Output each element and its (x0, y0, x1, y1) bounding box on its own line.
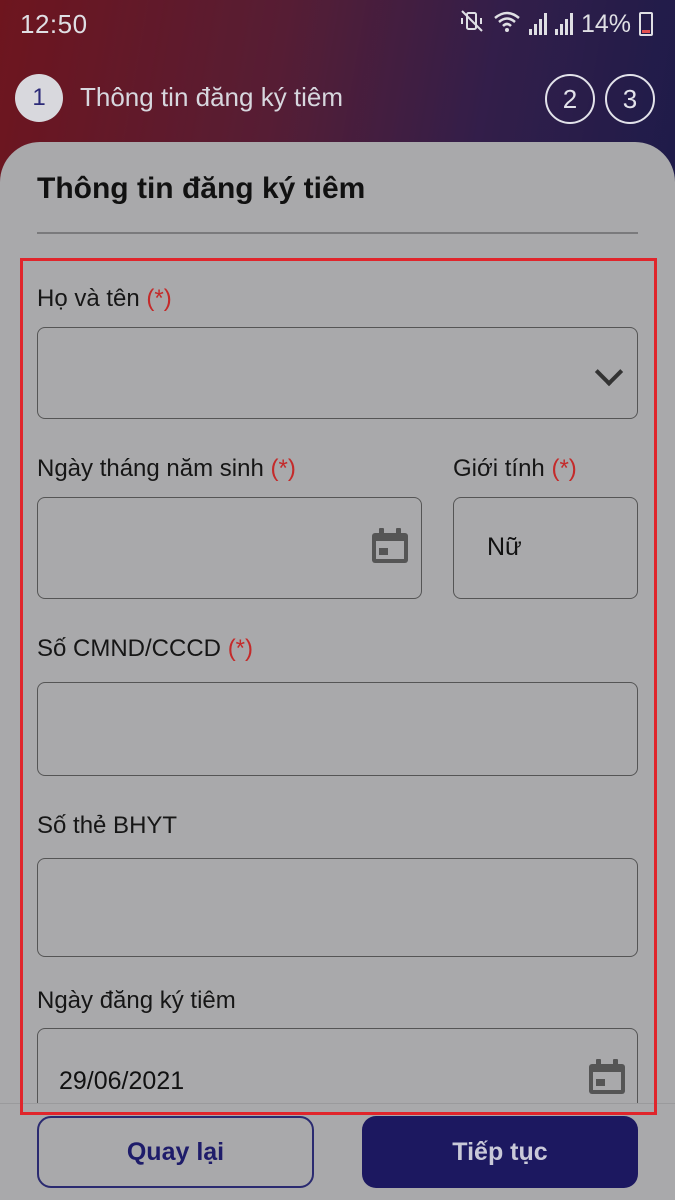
required-mark: (*) (146, 285, 172, 312)
required-mark: (*) (551, 455, 577, 482)
battery-icon (639, 12, 653, 36)
mute-vibrate-icon (459, 9, 485, 40)
required-mark: (*) (227, 635, 254, 662)
calendar-icon[interactable] (588, 1059, 626, 1095)
step-1-badge: 1 (15, 74, 63, 122)
gender-label: Giới tính (*) (453, 455, 577, 482)
battery-percent: 14% (580, 9, 631, 38)
dob-field[interactable] (37, 497, 422, 599)
id-number-label: Số CMND/CCCD (*) (37, 635, 254, 662)
step-3-badge[interactable]: 3 (605, 74, 655, 124)
register-date-value: 29/06/2021 (59, 1067, 185, 1095)
screen: 12:50 14% 1 Thông tin đăng ký tiêm 2 3 T… (0, 0, 675, 1200)
insurance-input[interactable] (37, 858, 638, 957)
form-title: Thông tin đăng ký tiêm (37, 172, 366, 205)
status-time: 12:50 (20, 8, 88, 39)
back-button[interactable]: Quay lại (37, 1116, 314, 1188)
chevron-down-icon (594, 357, 624, 387)
signal-icon (554, 13, 573, 35)
full-name-label: Họ và tên (*) (37, 285, 172, 312)
required-mark: (*) (270, 455, 296, 482)
insurance-label: Số thẻ BHYT (37, 812, 178, 839)
continue-button[interactable]: Tiếp tục (362, 1116, 638, 1188)
id-number-input[interactable] (37, 682, 638, 776)
wifi-icon (493, 10, 521, 39)
gender-select[interactable]: Nữ (453, 497, 638, 599)
divider (37, 232, 638, 234)
register-date-label: Ngày đăng ký tiêm (37, 987, 236, 1014)
step-title: Thông tin đăng ký tiêm (80, 82, 344, 112)
signal-icon (528, 13, 547, 35)
full-name-select[interactable] (37, 327, 638, 419)
step-indicator: 1 Thông tin đăng ký tiêm 2 3 (0, 72, 675, 126)
status-bar: 12:50 14% (0, 0, 675, 48)
calendar-icon[interactable] (371, 528, 409, 564)
gender-value: Nữ (487, 533, 522, 561)
step-2-badge[interactable]: 2 (545, 74, 595, 124)
status-icons: 14% (459, 9, 653, 40)
dob-label: Ngày tháng năm sinh (*) (37, 455, 296, 482)
